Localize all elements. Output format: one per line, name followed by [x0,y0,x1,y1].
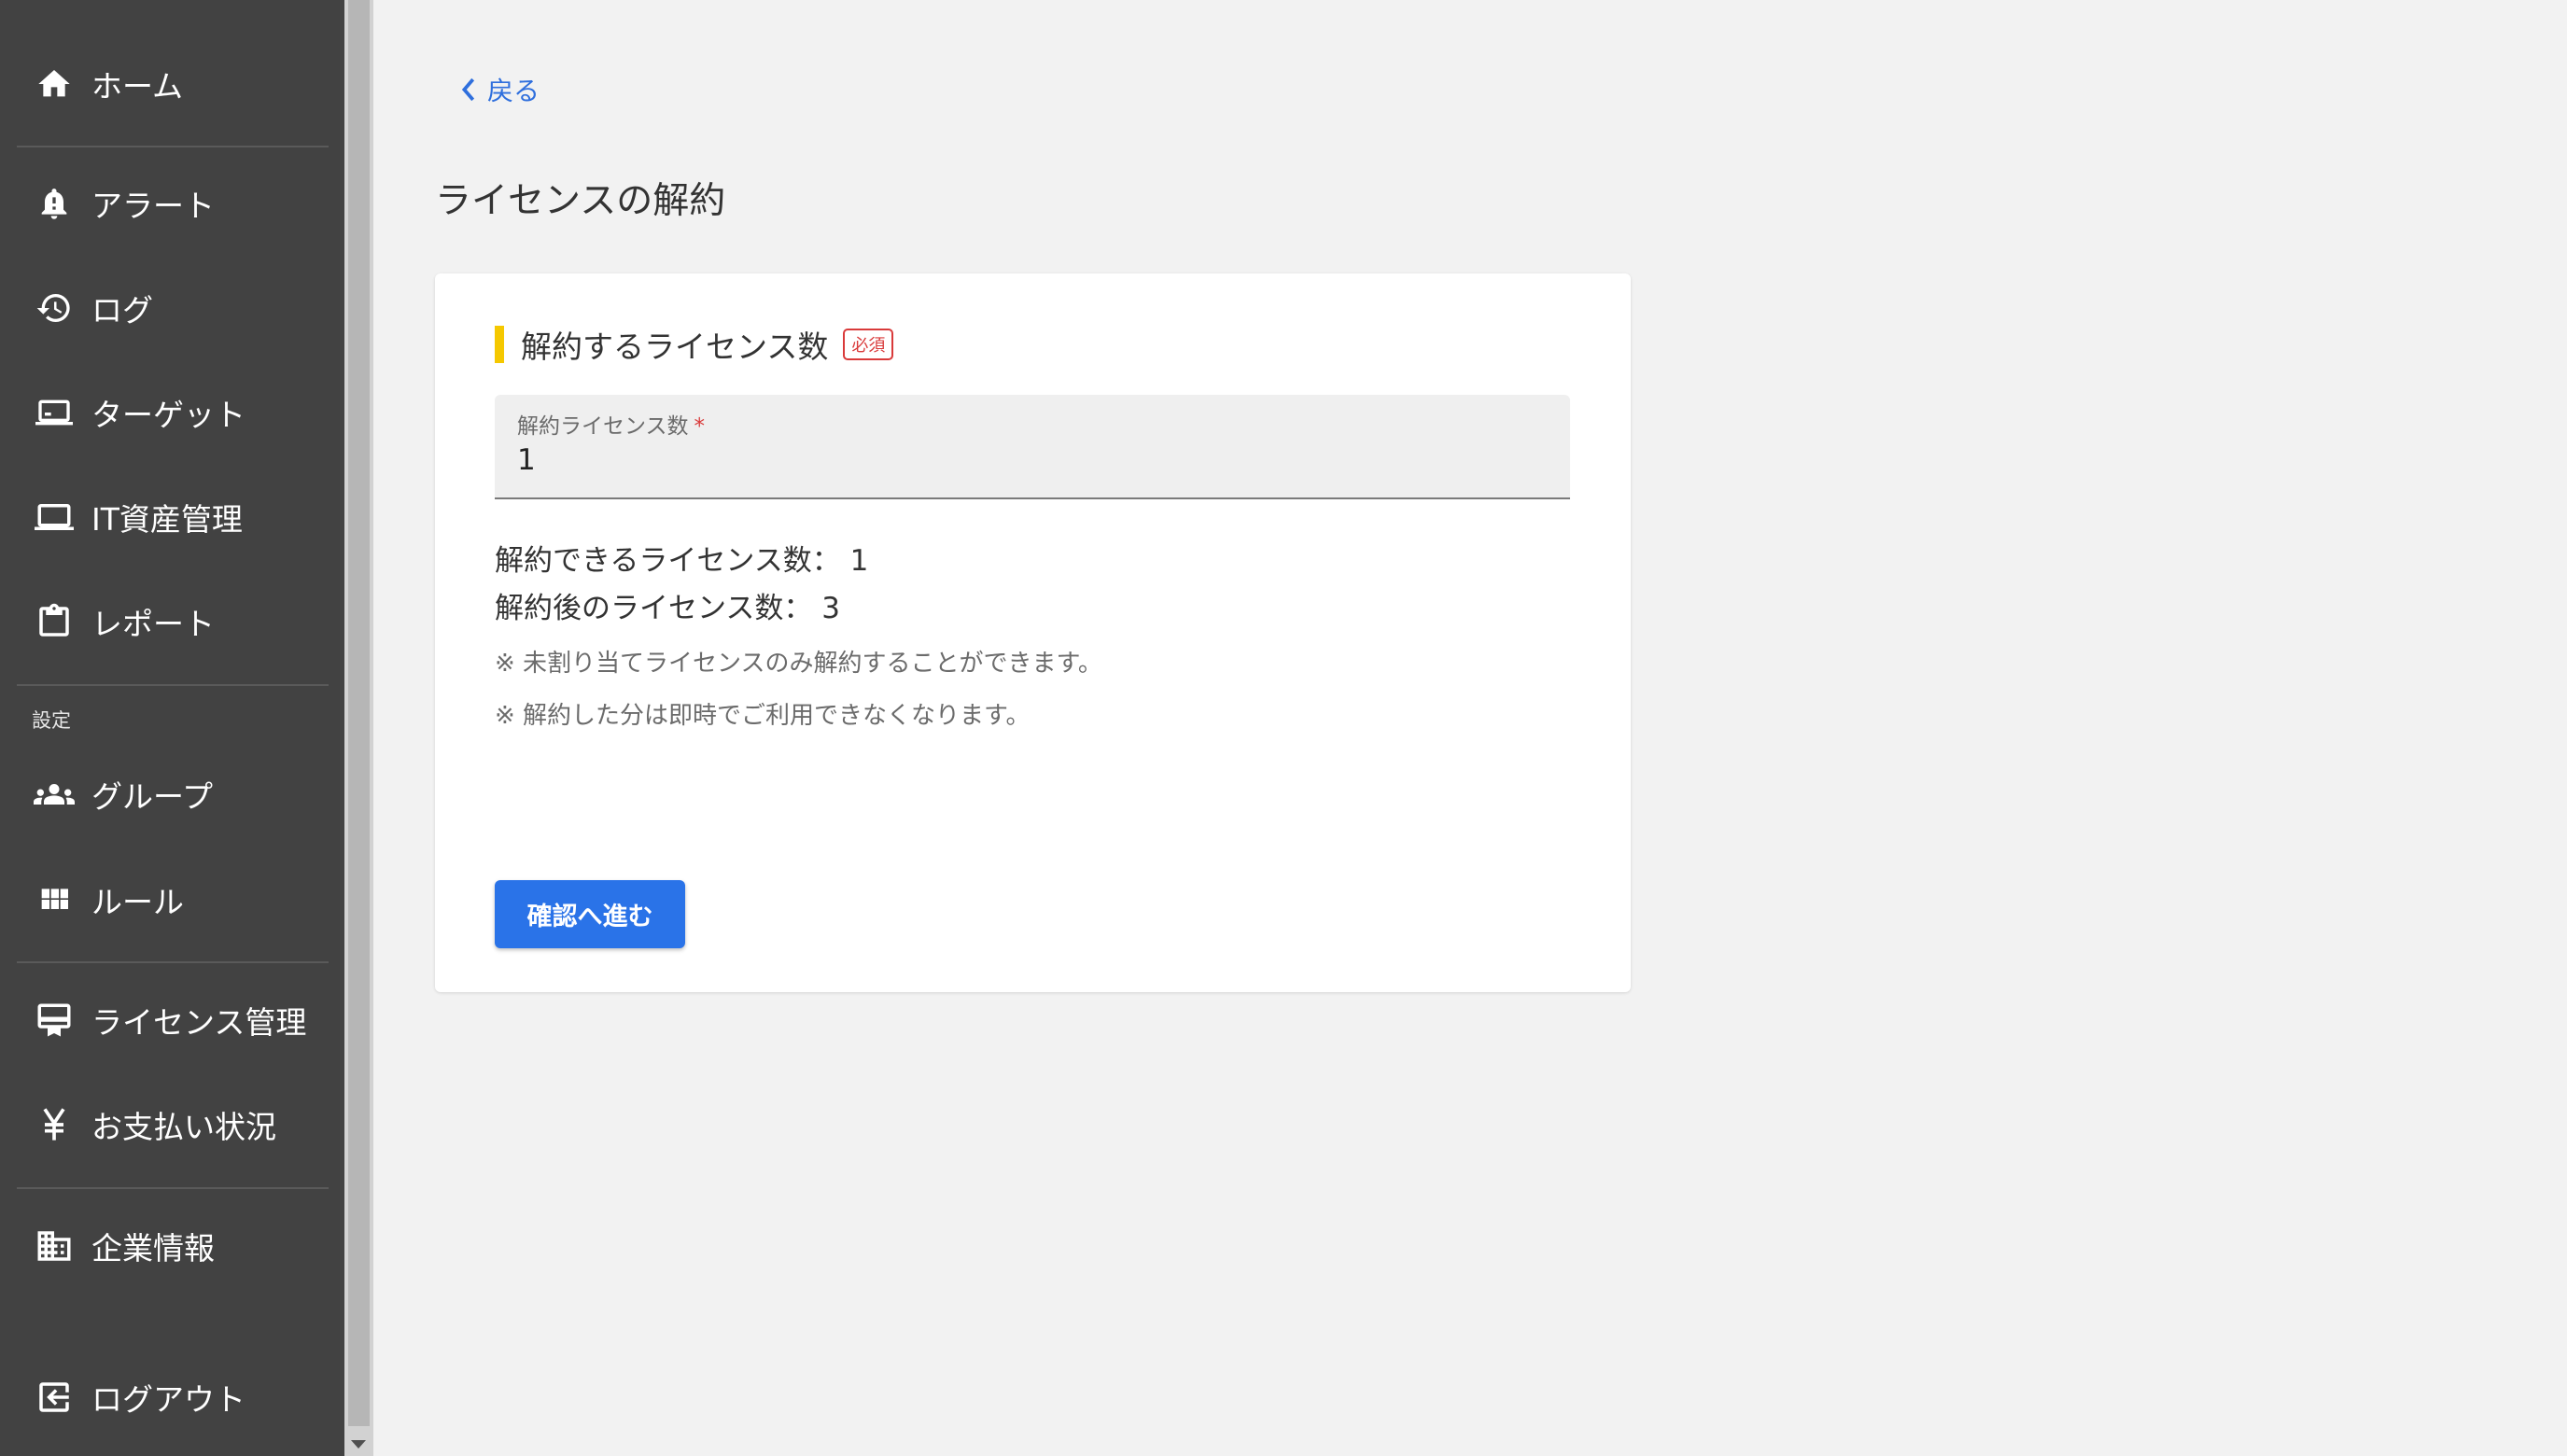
note-line: ※ 未割り当てライセンスのみ解約することができます。 [495,650,1102,678]
after-value: 3 [821,592,840,625]
sidebar-item-payment[interactable]: お支払い状況 [0,1087,344,1162]
field-value[interactable]: 1 [517,443,536,477]
back-link-label: 戻る [487,76,540,106]
sidebar-item-home[interactable]: ホーム [0,47,344,121]
building-icon [34,1225,75,1267]
sidebar-item-label: アラート [91,188,215,224]
page-title: ライセンスの解約 [435,180,726,222]
clipboard-icon [34,601,75,642]
field-label: 解約ライセンス数 * [517,408,705,440]
sidebar-item-label: レポート [91,606,215,642]
sidebar-item-label: 企業情報 [91,1230,215,1267]
sidebar-item-report[interactable]: レポート [0,584,344,659]
after-license-line: 解約後のライセンス数： 3 [495,584,840,626]
nav-divider [17,961,329,963]
section-heading-text: 解約するライセンス数 [521,329,829,365]
nav-divider [17,684,329,686]
sidebar-item-label: グループ [91,778,214,815]
sidebar-item-it-assets[interactable]: IT資産管理 [0,480,344,554]
section-heading: 解約するライセンス数 必須 [495,322,894,367]
sidebar-item-group[interactable]: グループ [0,757,344,832]
available-label: 解約できるライセンス数： [495,544,841,578]
sidebar-item-label: ログアウト [91,1381,245,1418]
logout-icon [34,1377,75,1418]
sidebar-item-label: ログ [91,292,153,329]
available-license-line: 解約できるライセンス数： 1 [495,537,868,579]
back-link[interactable]: 戻る [459,71,540,108]
scrollbar-thumb[interactable] [348,0,370,1426]
cancel-license-count-field[interactable]: 解約ライセンス数 * 1 [495,395,1570,499]
sidebar-item-rule[interactable]: ルール [0,862,344,937]
sidebar-item-license[interactable]: ライセンス管理 [0,983,344,1057]
scroll-down-arrow-icon[interactable] [351,1440,366,1449]
sidebar-item-logout[interactable]: ログアウト [0,1360,344,1435]
group-icon [34,774,75,815]
required-badge: 必須 [843,329,894,360]
sidebar-item-log[interactable]: ログ [0,271,344,345]
grid-icon [34,879,75,920]
available-value: 1 [849,544,869,578]
sidebar-item-label: ホーム [91,68,184,105]
license-icon [34,1000,75,1041]
target-device-icon [34,392,75,433]
sidebar-item-label: お支払い状況 [91,1109,276,1145]
sidebar-item-label: ライセンス管理 [91,1004,307,1041]
laptop-icon [34,497,75,538]
sidebar-scrollbar[interactable] [344,0,373,1456]
sidebar: ホーム アラート ログ ターゲット IT資産管理 レポート 設定 グループ ルー… [0,0,344,1456]
sidebar-item-company[interactable]: 企業情報 [0,1209,344,1283]
chevron-left-icon [461,77,475,102]
note-line: ※ 解約した分は即時でご利用できなくなります。 [495,702,1031,730]
home-icon [34,63,75,105]
sidebar-item-alert[interactable]: アラート [0,166,344,241]
sidebar-item-label: ターゲット [91,397,245,433]
bell-alert-icon [34,183,75,224]
sidebar-item-target[interactable]: ターゲット [0,375,344,450]
settings-section-label: 設定 [32,709,71,732]
sidebar-item-label: IT資産管理 [91,501,243,538]
field-label-text: 解約ライセンス数 [517,414,689,439]
confirm-button[interactable]: 確認へ進む [495,880,685,948]
history-icon [34,287,75,329]
sidebar-item-label: ルール [91,884,184,920]
main-content: 戻る ライセンスの解約 解約するライセンス数 必須 解約ライセンス数 * 1 解約… [373,0,2567,1456]
heading-accent-bar [495,326,504,363]
required-mark: * [694,414,706,439]
yen-icon [34,1104,75,1145]
nav-divider [17,146,329,147]
nav-divider [17,1187,329,1189]
license-cancel-card: 解約するライセンス数 必須 解約ライセンス数 * 1 解約できるライセンス数： 1… [435,273,1631,992]
after-label: 解約後のライセンス数： [495,592,813,625]
